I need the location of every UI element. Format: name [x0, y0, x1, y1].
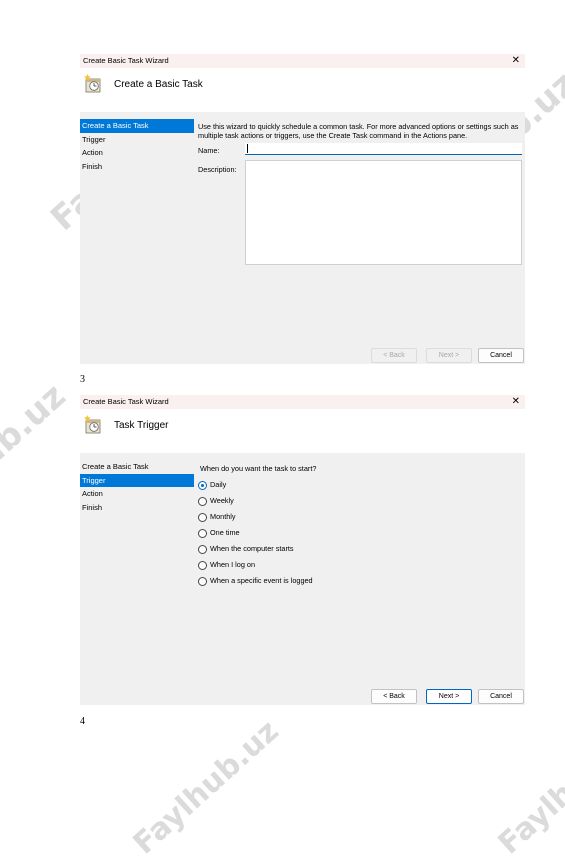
wizard-steps: Create a Basic Task Trigger Action Finis… [80, 119, 194, 173]
description-label: Description: [198, 165, 237, 174]
back-button[interactable]: < Back [371, 348, 417, 363]
step-trigger[interactable]: Trigger [80, 473, 194, 487]
wizard-dialog-task-trigger: Create Basic Task Wizard ✕ Task Trigger … [80, 395, 525, 705]
radio-label: When I log on [210, 560, 256, 569]
radio-button [198, 577, 207, 586]
wizard-description: Use this wizard to quickly schedule a co… [198, 122, 519, 140]
title-bar: Create Basic Task Wizard ✕ [80, 395, 525, 409]
radio-button [198, 561, 207, 570]
task-scheduler-icon [84, 415, 101, 434]
wizard-header: Task Trigger [80, 409, 525, 453]
radio-label: Weekly [210, 496, 234, 505]
cancel-button[interactable]: Cancel [478, 348, 524, 363]
trigger-question: When do you want the task to start? [200, 464, 317, 473]
page-number: 3 [80, 374, 85, 385]
radio-button [198, 529, 207, 538]
step-create-basic-task[interactable]: Create a Basic Task [80, 460, 194, 474]
next-button[interactable]: Next > [426, 689, 472, 704]
title-bar: Create Basic Task Wizard ✕ [80, 54, 525, 68]
page-number: 4 [80, 716, 85, 727]
close-icon[interactable]: ✕ [512, 395, 520, 408]
wizard-header: Create a Basic Task [80, 68, 525, 112]
radio-button [198, 497, 207, 506]
watermark: Faylhub.uz [0, 376, 74, 544]
name-label: Name: [198, 146, 220, 155]
radio-button [198, 481, 207, 490]
radio-button [198, 513, 207, 522]
name-input[interactable] [245, 143, 522, 155]
watermark: Faylhub.uz [491, 713, 565, 862]
next-button[interactable]: Next > [426, 348, 472, 363]
radio-label: When the computer starts [210, 544, 294, 553]
header-title: Create a Basic Task [114, 79, 203, 90]
step-create-basic-task[interactable]: Create a Basic Task [80, 119, 194, 133]
radio-label: Daily [210, 480, 227, 489]
wizard-dialog-create-task: Create Basic Task Wizard ✕ Create a Basi… [80, 54, 525, 364]
header-title: Task Trigger [114, 420, 169, 431]
text-cursor [247, 144, 248, 153]
cancel-button[interactable]: Cancel [478, 689, 524, 704]
back-button[interactable]: < Back [371, 689, 417, 704]
wizard-steps: Create a Basic Task Trigger Action Finis… [80, 460, 194, 514]
step-finish[interactable]: Finish [80, 160, 194, 174]
window-title: Create Basic Task Wizard [83, 56, 169, 65]
step-action[interactable]: Action [80, 146, 194, 160]
close-icon[interactable]: ✕ [512, 54, 520, 67]
task-scheduler-icon [84, 74, 101, 93]
description-input[interactable] [245, 160, 522, 265]
radio-label: One time [210, 528, 240, 537]
radio-button [198, 545, 207, 554]
step-action[interactable]: Action [80, 487, 194, 501]
radio-label: When a specific event is logged [210, 576, 313, 585]
watermark: Faylhub.uz [126, 713, 286, 862]
radio-label: Monthly [210, 512, 236, 521]
step-trigger[interactable]: Trigger [80, 133, 194, 147]
window-title: Create Basic Task Wizard [83, 397, 169, 406]
step-finish[interactable]: Finish [80, 501, 194, 515]
